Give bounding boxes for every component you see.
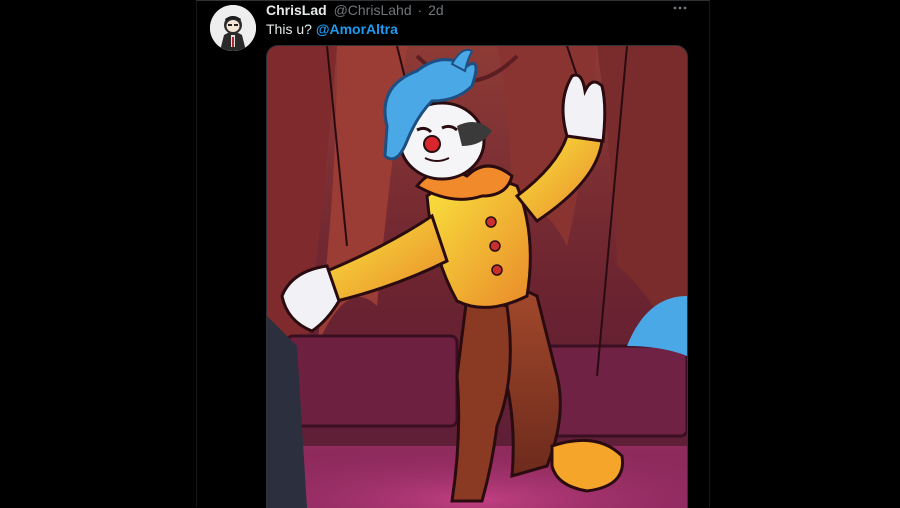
- tweet-header: ChrisLad @ChrisLahd · 2d: [266, 2, 444, 18]
- screen-frame: ChrisLad @ChrisLahd · 2d This u? @AmorAl…: [0, 0, 900, 508]
- shoe: [550, 438, 625, 493]
- tweet-text: This u? @AmorAltra: [266, 21, 398, 37]
- red-nose: [423, 135, 441, 153]
- display-name[interactable]: ChrisLad: [266, 2, 327, 18]
- more-horizontal-icon[interactable]: [671, 1, 689, 17]
- mention-link[interactable]: @AmorAltra: [316, 21, 398, 37]
- clown-marionette-illustration: [267, 46, 687, 508]
- tweet-text-body: This u?: [266, 21, 312, 37]
- avatar[interactable]: [210, 5, 256, 51]
- right-glove: [561, 73, 607, 143]
- avatar-image: [210, 5, 256, 51]
- separator-dot: ·: [417, 2, 423, 18]
- user-handle[interactable]: @ChrisLahd: [334, 2, 412, 18]
- tweet-timestamp[interactable]: 2d: [428, 2, 444, 18]
- tweet-media-image[interactable]: [266, 45, 688, 508]
- tweet-card[interactable]: ChrisLad @ChrisLahd · 2d This u? @AmorAl…: [196, 0, 710, 508]
